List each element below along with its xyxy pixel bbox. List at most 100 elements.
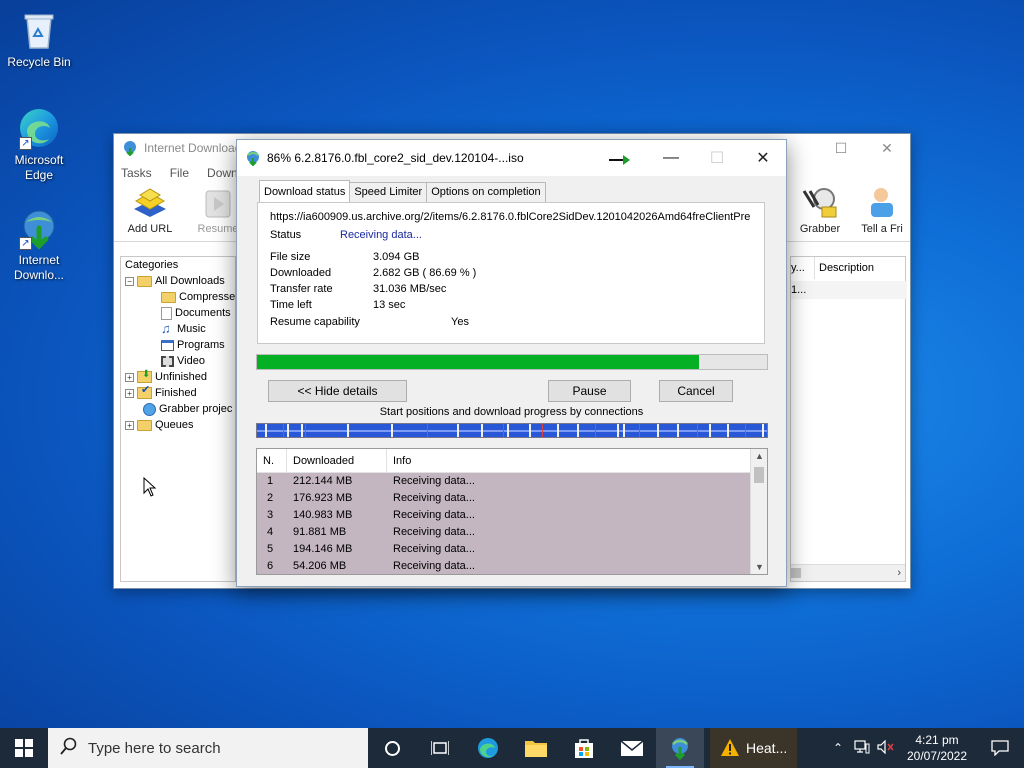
downloaded-value: 2.682 GB ( 86.69 % ) (373, 267, 477, 279)
minimize-icon[interactable]: — (648, 140, 694, 176)
expand-icon[interactable]: + (125, 388, 134, 398)
scroll-down-icon[interactable]: ▼ (751, 562, 767, 572)
expand-icon[interactable]: + (125, 420, 134, 430)
taskbar-idm[interactable] (656, 728, 704, 768)
taskbar-search[interactable]: Type here to search (48, 728, 368, 768)
grabber-project-icon (143, 402, 156, 416)
desktop-icon-idm[interactable]: ↗ Internet Downlo... (1, 206, 77, 283)
taskbar-edge[interactable] (464, 728, 512, 768)
network-icon[interactable] (850, 739, 874, 757)
tree-compressed[interactable]: Compresse (161, 289, 235, 305)
column-downloaded[interactable]: Downloaded (287, 449, 387, 473)
row-number: 3 (267, 509, 274, 521)
table-row[interactable]: 2 176.923 MB Receiving data... (257, 490, 750, 507)
close-icon[interactable]: ✕ (864, 134, 910, 162)
task-view-button[interactable] (416, 728, 464, 768)
menu-file[interactable]: File (170, 166, 189, 180)
downloaded-label: Downloaded (270, 267, 332, 279)
scroll-right-icon[interactable]: › (897, 565, 901, 582)
store-bag-icon (575, 739, 593, 758)
desktop-icon-label: Recycle Bin (7, 55, 71, 69)
clock-time: 4:21 pm (915, 733, 959, 747)
tell-a-friend-button[interactable]: Tell a Fri (860, 185, 904, 235)
close-icon[interactable]: ✕ (740, 140, 786, 176)
table-row[interactable]: 3 140.983 MB Receiving data... (257, 507, 750, 524)
taskbar-weather-widget[interactable]: Heat... (710, 728, 798, 768)
taskbar-store[interactable] (560, 728, 608, 768)
edge-icon: ↗ (17, 106, 61, 150)
maximize-icon[interactable]: ☐ (818, 134, 864, 162)
connection-segment-marker (577, 424, 579, 437)
cancel-button[interactable]: Cancel (659, 380, 733, 402)
desktop-icon-edge[interactable]: ↗ Microsoft Edge (1, 106, 77, 183)
windows-logo-icon (15, 739, 33, 757)
edge-icon (478, 738, 498, 758)
tree-documents[interactable]: Documents (161, 305, 231, 321)
file-size-value: 3.094 GB (373, 251, 420, 263)
tree-music[interactable]: ♫ Music (161, 321, 206, 337)
scroll-thumb[interactable] (754, 467, 764, 483)
tree-grabber-projects[interactable]: Grabber projec (143, 401, 232, 417)
mouse-cursor-icon (143, 476, 157, 500)
connection-segment-marker (617, 424, 619, 437)
tab-options-on-completion[interactable]: Options on completion (426, 182, 546, 202)
resume-capability-label: Resume capability (270, 316, 360, 328)
horizontal-scrollbar[interactable]: › (791, 564, 905, 581)
table-row[interactable]: 5 194.146 MB Receiving data... (257, 541, 750, 558)
tree-all-downloads[interactable]: − All Downloads (125, 273, 225, 289)
row-downloaded: 176.923 MB (293, 492, 353, 504)
minimize-to-tray-arrow-icon[interactable] (609, 154, 631, 169)
hide-details-button[interactable]: << Hide details (268, 380, 407, 402)
tree-programs[interactable]: Programs (161, 337, 225, 353)
start-button[interactable] (0, 728, 48, 768)
desktop-icon-label: Internet Downlo... (13, 253, 65, 282)
progress-fill (257, 355, 700, 369)
connections-table-body: 1 212.144 MB Receiving data... 2 176.923… (257, 473, 750, 574)
menu-tasks[interactable]: Tasks (121, 166, 152, 180)
dialog-titlebar[interactable]: 86% 6.2.8176.0.fbl_core2_sid_dev.120104-… (237, 140, 786, 176)
row-number: 5 (267, 543, 274, 555)
tray-overflow-chevron-icon[interactable]: ⌃ (826, 741, 850, 755)
row-info: Receiving data... (393, 543, 475, 555)
connection-segment-marker (639, 424, 640, 437)
desktop-icon-recycle-bin[interactable]: Recycle Bin (1, 8, 77, 70)
status-value: Receiving data... (340, 229, 422, 241)
column-number[interactable]: N. (257, 449, 287, 473)
taskbar-file-explorer[interactable] (512, 728, 560, 768)
volume-muted-icon[interactable] (874, 739, 898, 757)
table-row[interactable]: 1 212.144 MB Receiving data... (257, 473, 750, 490)
row-number: 4 (267, 526, 274, 538)
add-url-button[interactable]: Add URL (122, 185, 178, 235)
table-row[interactable]: 4 91.881 MB Receiving data... (257, 524, 750, 541)
collapse-icon[interactable]: − (125, 276, 134, 286)
folder-icon (525, 741, 547, 757)
grabber-button[interactable]: Grabber (792, 185, 848, 235)
pause-button[interactable]: Pause (548, 380, 631, 402)
table-row[interactable]: 6 54.206 MB Receiving data... (257, 558, 750, 574)
tree-finished[interactable]: + ✔ Finished (125, 385, 197, 401)
column-info[interactable]: Info (387, 449, 750, 473)
row-info: Receiving data... (393, 526, 475, 538)
connections-vertical-scrollbar[interactable]: ▲ ▼ (750, 449, 767, 574)
list-column-description[interactable]: Description (819, 257, 874, 279)
list-column-partial[interactable]: y... (791, 257, 815, 279)
tab-speed-limiter[interactable]: Speed Limiter (349, 182, 428, 202)
download-progress-dialog: 86% 6.2.8176.0.fbl_core2_sid_dev.120104-… (236, 139, 787, 587)
tree-unfinished[interactable]: + ⬇ Unfinished (125, 369, 207, 385)
task-view-icon (431, 741, 449, 755)
tab-download-status[interactable]: Download status (259, 180, 351, 202)
tree-queues[interactable]: + Queues (125, 417, 194, 433)
list-row[interactable]: 1... (791, 281, 907, 299)
tree-video[interactable]: Video (161, 353, 205, 369)
taskbar-mail[interactable] (608, 728, 656, 768)
notification-center-button[interactable] (976, 728, 1024, 768)
row-info: Receiving data... (393, 492, 475, 504)
expand-icon[interactable]: + (125, 372, 134, 382)
cortana-button[interactable] (368, 728, 416, 768)
notification-icon (991, 740, 1009, 756)
taskbar-clock[interactable]: 4:21 pm 20/07/2022 (898, 732, 976, 764)
folder-icon (161, 291, 176, 303)
dialog-title: 86% 6.2.8176.0.fbl_core2_sid_dev.120104-… (267, 151, 524, 165)
scroll-up-icon[interactable]: ▲ (751, 451, 767, 461)
mail-envelope-icon (620, 740, 644, 756)
